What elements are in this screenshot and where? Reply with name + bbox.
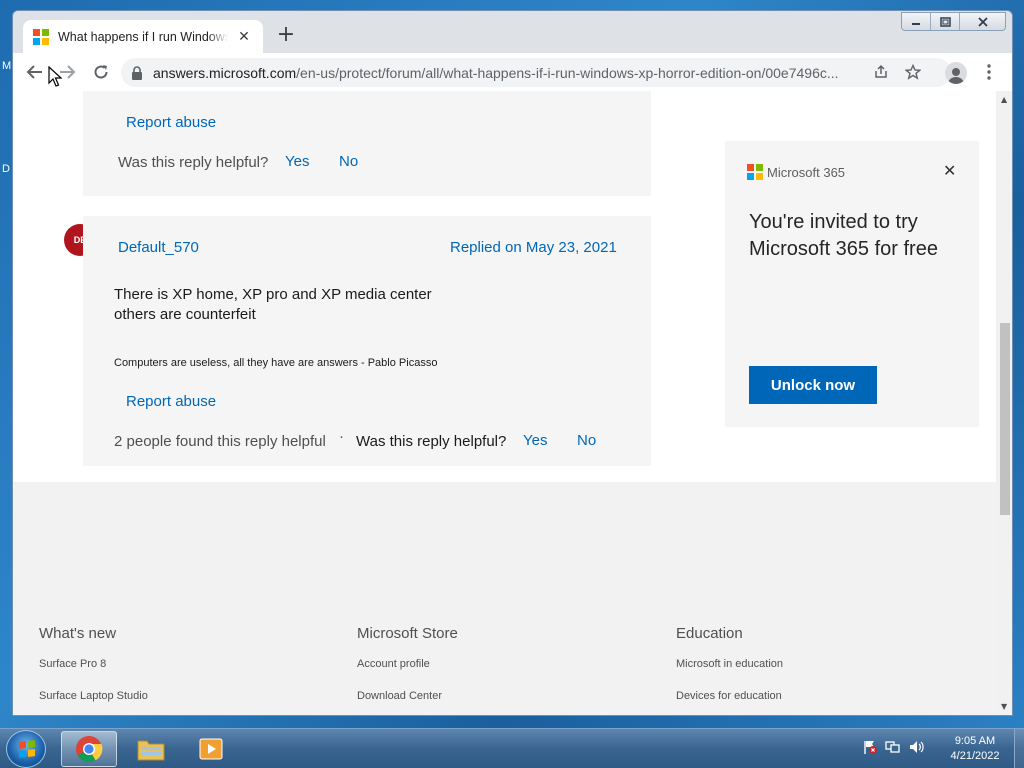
browser-window: What happens if I run Windows XP Horror … <box>12 10 1013 716</box>
helpful-count: 2 people found this reply helpful <box>114 433 326 450</box>
tab-title: What happens if I run Windows XP Horror … <box>58 29 228 44</box>
report-abuse-link[interactable]: Report abuse <box>126 393 216 410</box>
helpful-question: Was this reply helpful? <box>356 433 507 450</box>
microsoft-logo-icon <box>747 164 763 180</box>
unlock-now-button[interactable]: Unlock now <box>749 366 877 404</box>
footer-column-title: Microsoft Store <box>357 625 458 642</box>
reply-signature: Computers are useless, all they have are… <box>114 357 438 369</box>
address-bar[interactable]: answers.microsoft.com/en-us/protect/foru… <box>121 58 951 87</box>
back-button[interactable] <box>23 60 47 84</box>
footer-column-title: What's new <box>39 625 117 642</box>
promo-headline: You're invited to try Microsoft 365 for … <box>749 211 938 260</box>
reply-date: Replied on May 23, 2021 <box>450 239 617 256</box>
helpful-yes-link[interactable]: Yes <box>285 153 309 170</box>
browser-toolbar: answers.microsoft.com/en-us/protect/foru… <box>13 53 1012 91</box>
action-center-flag-icon[interactable] <box>862 739 878 755</box>
footer-column-title: Education <box>676 625 743 642</box>
system-tray <box>862 739 924 755</box>
author-link[interactable]: Default_570 <box>118 239 199 256</box>
maximize-button[interactable] <box>931 13 960 30</box>
profile-avatar-icon[interactable] <box>945 62 967 84</box>
url-text: answers.microsoft.com/en-us/protect/foru… <box>153 64 839 81</box>
minimize-icon <box>912 22 920 25</box>
desktop-icon-label[interactable]: M <box>2 60 11 72</box>
scrollbar-thumb[interactable] <box>1000 323 1010 515</box>
clock-time: 9:05 AM <box>954 735 996 747</box>
restore-icon <box>939 16 951 27</box>
arrow-left-icon <box>26 65 42 79</box>
show-desktop-button[interactable] <box>1014 729 1024 768</box>
footer-column-whats-new: What's new Surface Pro 8 Surface Laptop … <box>39 625 148 702</box>
reload-icon <box>94 65 108 79</box>
start-button[interactable] <box>6 730 46 768</box>
scroll-up-icon[interactable]: ▲ <box>1001 95 1007 104</box>
reload-button[interactable] <box>89 60 113 84</box>
network-icon[interactable] <box>885 739 901 755</box>
promo-brand: Microsoft 365 <box>747 164 845 180</box>
scroll-down-icon[interactable]: ▼ <box>1001 702 1007 711</box>
footer-link[interactable]: Surface Pro 8 <box>39 658 106 670</box>
minimize-button[interactable] <box>902 13 931 30</box>
folder-icon <box>137 740 165 761</box>
footer-link[interactable]: Account profile <box>357 658 430 670</box>
page-content: Report abuse Was this reply helpful? Yes… <box>13 91 996 715</box>
taskbar-media-player[interactable] <box>183 731 239 767</box>
media-player-icon <box>199 738 223 760</box>
star-bookmark-icon[interactable] <box>905 64 921 80</box>
taskbar-file-explorer[interactable] <box>123 731 179 767</box>
window-controls <box>901 12 1006 31</box>
desktop-icon-label[interactable]: D <box>2 163 10 175</box>
footer-column-microsoft-store: Microsoft Store Account profile Download… <box>357 625 458 702</box>
microsoft-365-promo: Microsoft 365 ✕ You're invited to try Mi… <box>725 141 979 427</box>
browser-menu-button[interactable] <box>977 60 1001 84</box>
clock-date: 4/21/2022 <box>950 750 1000 762</box>
footer-link[interactable]: Devices for education <box>676 690 782 702</box>
separator-dot: · <box>339 428 344 445</box>
taskbar: 9:05 AM 4/21/2022 <box>0 728 1024 768</box>
helpful-no-link[interactable]: No <box>339 153 358 170</box>
page-scrollbar[interactable]: ▲ ▼ <box>996 91 1012 715</box>
footer-link[interactable]: Microsoft in education <box>676 658 783 670</box>
taskbar-clock[interactable]: 9:05 AM 4/21/2022 <box>940 734 1010 764</box>
site-footer: What's new Surface Pro 8 Surface Laptop … <box>13 482 996 715</box>
report-abuse-link[interactable]: Report abuse <box>126 114 216 131</box>
microsoft-logo-icon <box>33 28 49 45</box>
taskbar-chrome[interactable] <box>61 731 117 767</box>
close-window-button[interactable] <box>960 13 1005 30</box>
footer-column-education: Education Microsoft in education Devices… <box>676 625 783 702</box>
close-icon <box>977 16 988 27</box>
reply-card: Default_570 Replied on May 23, 2021 Ther… <box>83 216 651 466</box>
footer-link[interactable]: Surface Laptop Studio <box>39 690 148 702</box>
chrome-icon <box>76 736 103 763</box>
browser-tab[interactable]: What happens if I run Windows XP Horror … <box>23 20 263 53</box>
helpful-question: Was this reply helpful? <box>118 154 269 171</box>
tab-close-icon[interactable]: ✕ <box>235 29 253 45</box>
tab-strip: What happens if I run Windows XP Horror … <box>13 11 1012 53</box>
helpful-no-link[interactable]: No <box>577 432 596 449</box>
more-vert-icon <box>987 64 991 80</box>
share-icon[interactable] <box>873 64 889 80</box>
windows-logo-icon <box>19 740 35 758</box>
mouse-cursor-icon <box>48 66 62 87</box>
helpful-yes-link[interactable]: Yes <box>523 432 547 449</box>
volume-icon[interactable] <box>908 739 924 755</box>
lock-icon <box>132 65 142 80</box>
reply-card: Report abuse Was this reply helpful? Yes… <box>83 91 651 196</box>
promo-close-icon[interactable]: ✕ <box>943 161 956 181</box>
new-tab-plus-icon[interactable]: + <box>275 24 297 46</box>
footer-link[interactable]: Download Center <box>357 690 442 702</box>
reply-body: There is XP home, XP pro and XP media ce… <box>114 286 432 323</box>
